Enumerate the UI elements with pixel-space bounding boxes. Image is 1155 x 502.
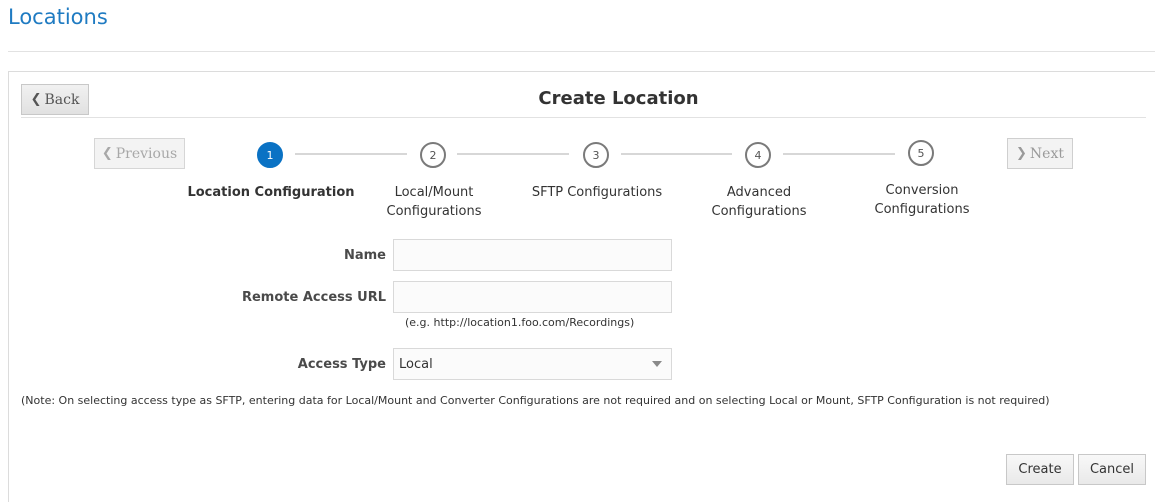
chevron-left-icon: ❮ <box>101 146 113 161</box>
access-type-value: Local <box>399 356 433 372</box>
train-label-1[interactable]: Location Configuration <box>181 183 361 202</box>
train-stop-1[interactable]: 1 <box>257 142 283 168</box>
train-connector <box>295 153 407 155</box>
train-label-3[interactable]: SFTP Configurations <box>507 183 687 202</box>
remote-access-url-input[interactable] <box>393 281 672 313</box>
train-stop-4[interactable]: 4 <box>745 142 771 168</box>
header-divider <box>8 51 1155 52</box>
train-label-5[interactable]: Conversion Configurations <box>832 181 1012 219</box>
caret-down-icon <box>652 361 662 367</box>
create-button[interactable]: Create <box>1006 454 1074 485</box>
previous-button-label: Previous <box>115 145 178 162</box>
dialog-header-divider <box>21 117 1146 118</box>
access-type-select[interactable]: Local <box>393 348 672 380</box>
page-title: Locations <box>8 5 108 29</box>
access-type-note: (Note: On selecting access type as SFTP,… <box>21 394 1050 407</box>
name-input[interactable] <box>393 239 672 271</box>
next-button[interactable]: ❯ Next <box>1007 138 1073 169</box>
train-label-5-line1: Conversion <box>885 183 959 198</box>
train-connector <box>457 153 569 155</box>
dialog-title: Create Location <box>538 88 699 109</box>
train-label-4[interactable]: Advanced Configurations <box>669 183 849 221</box>
train-label-2-line1: Local/Mount <box>394 185 474 200</box>
remote-access-url-hint: (e.g. http://location1.foo.com/Recording… <box>405 316 635 329</box>
train-label-4-line1: Advanced <box>726 185 792 200</box>
train-stop-5[interactable]: 5 <box>908 140 934 166</box>
access-type-label: Access Type <box>297 357 386 372</box>
train-label-3-line1: SFTP Configurations <box>531 185 663 200</box>
previous-button[interactable]: ❮ Previous <box>94 138 185 169</box>
train-stop-3[interactable]: 3 <box>583 142 609 168</box>
train-label-4-line2: Configurations <box>711 204 807 219</box>
train-label-2-line2: Configurations <box>386 204 482 219</box>
name-label: Name <box>343 248 386 263</box>
train-stop-2[interactable]: 2 <box>420 142 446 168</box>
train-label-2[interactable]: Local/Mount Configurations <box>344 183 524 221</box>
train-label-1-line1: Location Configuration <box>187 185 355 200</box>
chevron-right-icon: ❯ <box>1016 146 1027 161</box>
train-label-5-line2: Configurations <box>874 202 970 217</box>
train-connector <box>621 153 732 155</box>
cancel-button[interactable]: Cancel <box>1078 454 1146 485</box>
train-connector <box>783 153 895 155</box>
next-button-label: Next <box>1029 145 1064 162</box>
remote-access-url-label: Remote Access URL <box>241 290 386 305</box>
